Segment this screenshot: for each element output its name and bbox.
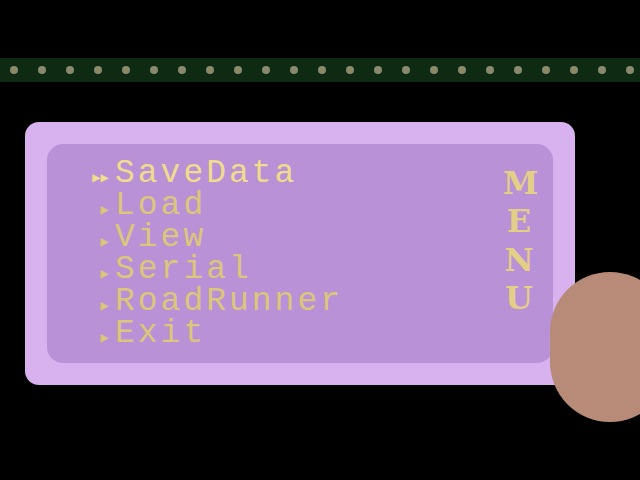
menu-list: ▶▶SaveData▶Load▶View▶Serial▶RoadRunner▶E… xyxy=(71,160,343,352)
pcb-hole xyxy=(374,66,382,74)
pcb-hole xyxy=(458,66,466,74)
pcb-hole xyxy=(262,66,270,74)
pcb-hole xyxy=(122,66,130,74)
menu-label: Exit xyxy=(115,320,206,348)
pcb-hole xyxy=(318,66,326,74)
menu-item[interactable]: ▶RoadRunner xyxy=(71,288,343,320)
menu-item[interactable]: ▶Exit xyxy=(71,320,343,352)
menu-item[interactable]: ▶Serial xyxy=(71,256,343,288)
menu-item[interactable]: ▶View xyxy=(71,224,343,256)
lcd-screen: ▶▶SaveData▶Load▶View▶Serial▶RoadRunner▶E… xyxy=(47,144,553,363)
pcb-hole xyxy=(486,66,494,74)
pcb-hole xyxy=(430,66,438,74)
pcb-hole xyxy=(38,66,46,74)
menu-label: SaveData xyxy=(115,160,297,188)
menu-arrow-icon: ▶ xyxy=(71,292,115,320)
menu-label: Load xyxy=(115,192,206,220)
pcb-hole xyxy=(346,66,354,74)
pcb-hole xyxy=(150,66,158,74)
menu-item[interactable]: ▶Load xyxy=(71,192,343,224)
menu-label: Serial xyxy=(115,256,252,284)
pcb-hole xyxy=(542,66,550,74)
menu-arrow-icon: ▶ xyxy=(71,196,115,224)
pcb-hole xyxy=(178,66,186,74)
menu-arrow-icon: ▶ xyxy=(71,228,115,256)
menu-arrow-icon: ▶ xyxy=(71,260,115,288)
menu-label: RoadRunner xyxy=(115,288,343,316)
finger xyxy=(550,272,640,422)
pcb-hole xyxy=(94,66,102,74)
pcb-hole xyxy=(234,66,242,74)
menu-label: View xyxy=(115,224,206,252)
pcb-hole xyxy=(290,66,298,74)
pcb-hole xyxy=(514,66,522,74)
pcb-hole xyxy=(570,66,578,74)
menu-item[interactable]: ▶▶SaveData xyxy=(71,160,343,192)
pcb-hole xyxy=(10,66,18,74)
pcb-hole xyxy=(402,66,410,74)
menu-arrow-icon: ▶▶ xyxy=(71,164,115,192)
pcb-hole xyxy=(66,66,74,74)
pcb-hole xyxy=(626,66,634,74)
pcb-strip xyxy=(0,58,640,82)
menu-arrow-icon: ▶ xyxy=(71,324,115,352)
menu-title: MENU xyxy=(503,164,535,318)
lcd-bezel: ▶▶SaveData▶Load▶View▶Serial▶RoadRunner▶E… xyxy=(25,122,575,385)
pcb-hole xyxy=(206,66,214,74)
pcb-hole xyxy=(598,66,606,74)
